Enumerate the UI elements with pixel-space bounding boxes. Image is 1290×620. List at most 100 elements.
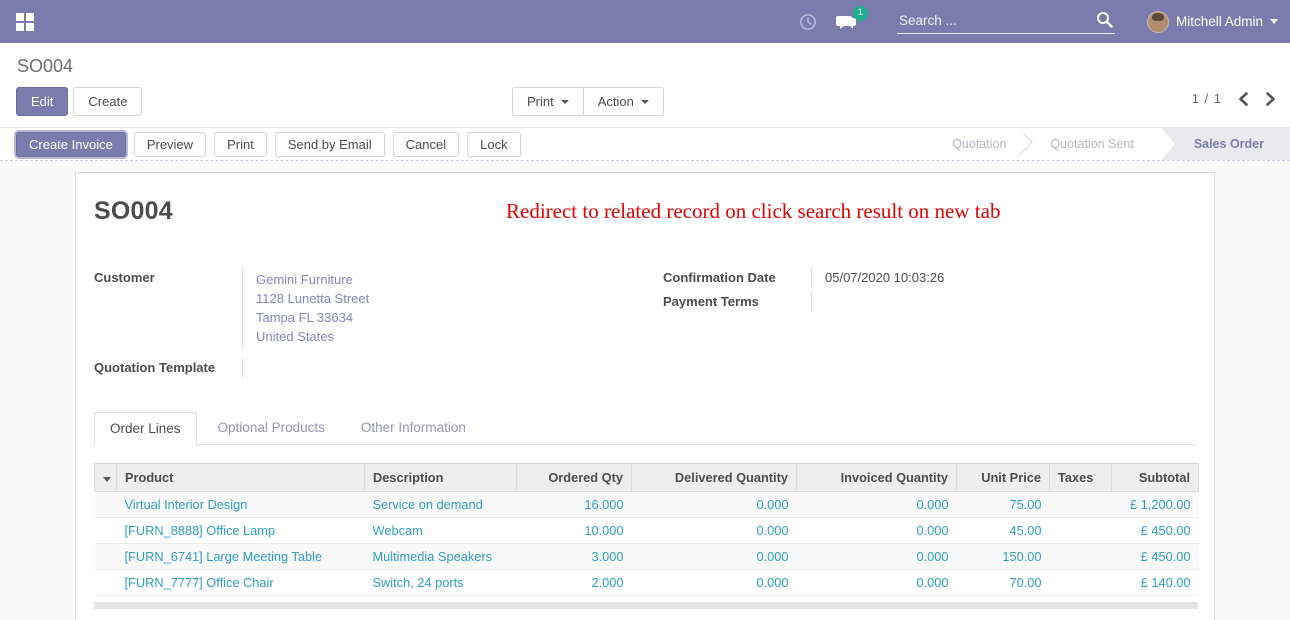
col-ordered-qty[interactable]: Ordered Qty bbox=[517, 464, 632, 492]
user-avatar bbox=[1147, 11, 1169, 33]
table-row[interactable]: [FURN_6741] Large Meeting Table Multimed… bbox=[95, 544, 1199, 570]
cell-delivered-qty[interactable]: 0.000 bbox=[632, 492, 797, 518]
col-unit-price[interactable]: Unit Price bbox=[957, 464, 1050, 492]
cell-delivered-qty[interactable]: 0.000 bbox=[632, 518, 797, 544]
quotation-template-value[interactable] bbox=[242, 358, 645, 378]
edit-button[interactable]: Edit bbox=[16, 87, 68, 116]
customer-field: Customer Gemini Furniture 1128 Lunetta S… bbox=[94, 268, 645, 348]
activities-clock-icon[interactable] bbox=[799, 13, 817, 31]
search-icon[interactable] bbox=[1096, 11, 1113, 33]
cell-subtotal[interactable]: £ 1,200.00 bbox=[1112, 492, 1199, 518]
col-delivered-qty[interactable]: Delivered Quantity bbox=[632, 464, 797, 492]
tab-other-information[interactable]: Other Information bbox=[346, 412, 481, 445]
confirmation-date-field: Confirmation Date 05/07/2020 10:03:26 bbox=[663, 268, 1196, 288]
cell-unit-price[interactable]: 150.00 bbox=[957, 544, 1050, 570]
cell-unit-price[interactable]: 75.00 bbox=[957, 492, 1050, 518]
cell-unit-price[interactable]: 70.00 bbox=[957, 570, 1050, 596]
payment-terms-field: Payment Terms bbox=[663, 292, 1196, 312]
customer-label: Customer bbox=[94, 268, 242, 348]
cell-delivered-qty[interactable]: 0.000 bbox=[632, 544, 797, 570]
col-invoiced-qty[interactable]: Invoiced Quantity bbox=[797, 464, 957, 492]
pager-next-button[interactable] bbox=[1265, 92, 1276, 106]
preview-button[interactable]: Preview bbox=[134, 132, 206, 157]
search-input[interactable] bbox=[897, 9, 1115, 34]
cell-description[interactable]: Switch, 24 ports bbox=[365, 570, 517, 596]
notebook-tabs: Order Lines Optional Products Other Info… bbox=[94, 412, 1196, 445]
lock-button[interactable]: Lock bbox=[467, 132, 520, 157]
table-row[interactable]: [FURN_7777] Office Chair Switch, 24 port… bbox=[95, 570, 1199, 596]
order-lines-table: Product Description Ordered Qty Delivere… bbox=[94, 463, 1199, 596]
cell-product[interactable]: Virtual Interior Design bbox=[117, 492, 365, 518]
col-subtotal[interactable]: Subtotal bbox=[1112, 464, 1199, 492]
customer-value[interactable]: Gemini Furniture 1128 Lunetta Street Tam… bbox=[242, 268, 645, 348]
print-button[interactable]: Print bbox=[214, 132, 267, 157]
top-navbar: 1 Mitchell Admin bbox=[0, 0, 1290, 43]
cell-ordered-qty[interactable]: 16.000 bbox=[517, 492, 632, 518]
cancel-button[interactable]: Cancel bbox=[393, 132, 459, 157]
cell-invoiced-qty[interactable]: 0.000 bbox=[797, 492, 957, 518]
payment-terms-label: Payment Terms bbox=[663, 292, 811, 312]
status-step-sales-order[interactable]: Sales Order bbox=[1162, 128, 1290, 160]
pager-value: 1 / 1 bbox=[1192, 91, 1222, 106]
cell-taxes[interactable] bbox=[1050, 570, 1112, 596]
col-taxes[interactable]: Taxes bbox=[1050, 464, 1112, 492]
status-step-quotation-sent[interactable]: Quotation Sent bbox=[1028, 128, 1155, 160]
confirmation-date-label: Confirmation Date bbox=[663, 268, 811, 288]
annotation-text: Redirect to related record on click sear… bbox=[506, 199, 1000, 224]
action-dropdown-button[interactable]: Action bbox=[583, 87, 664, 116]
horizontal-scrollbar[interactable] bbox=[94, 602, 1198, 609]
messages-icon[interactable]: 1 bbox=[835, 13, 857, 31]
status-pipeline: Quotation Quotation Sent Sales Order bbox=[930, 128, 1290, 160]
col-description[interactable]: Description bbox=[365, 464, 517, 492]
user-name: Mitchell Admin bbox=[1176, 14, 1263, 29]
quotation-template-field: Quotation Template bbox=[94, 358, 645, 378]
cell-subtotal[interactable]: £ 450.00 bbox=[1112, 544, 1199, 570]
table-row[interactable]: Virtual Interior Design Service on deman… bbox=[95, 492, 1199, 518]
form-view-content: SO004 Redirect to related record on clic… bbox=[0, 161, 1290, 620]
cell-ordered-qty[interactable]: 2.000 bbox=[517, 570, 632, 596]
print-dropdown-button[interactable]: Print bbox=[512, 87, 583, 116]
confirmation-date-value[interactable]: 05/07/2020 10:03:26 bbox=[811, 268, 1196, 288]
send-by-email-button[interactable]: Send by Email bbox=[275, 132, 385, 157]
chevron-down-icon bbox=[641, 100, 649, 104]
tab-optional-products[interactable]: Optional Products bbox=[203, 412, 340, 445]
tab-order-lines[interactable]: Order Lines bbox=[94, 412, 197, 445]
col-product[interactable]: Product bbox=[117, 464, 365, 492]
cell-unit-price[interactable]: 45.00 bbox=[957, 518, 1050, 544]
control-panel: SO004 Edit Create Print Action 1 / 1 bbox=[0, 43, 1290, 128]
field-grid: Customer Gemini Furniture 1128 Lunetta S… bbox=[94, 268, 1196, 382]
cell-ordered-qty[interactable]: 10.000 bbox=[517, 518, 632, 544]
statusbar: Create Invoice Preview Print Send by Ema… bbox=[0, 128, 1290, 161]
breadcrumb: SO004 bbox=[17, 56, 73, 77]
cell-description[interactable]: Service on demand bbox=[365, 492, 517, 518]
cell-invoiced-qty[interactable]: 0.000 bbox=[797, 570, 957, 596]
table-row[interactable]: [FURN_8888] Office Lamp Webcam 10.000 0.… bbox=[95, 518, 1199, 544]
cell-taxes[interactable] bbox=[1050, 492, 1112, 518]
cell-description[interactable]: Webcam bbox=[365, 518, 517, 544]
table-header-row: Product Description Ordered Qty Delivere… bbox=[95, 464, 1199, 492]
create-button[interactable]: Create bbox=[73, 87, 142, 116]
cell-ordered-qty[interactable]: 3.000 bbox=[517, 544, 632, 570]
chevron-down-icon bbox=[561, 100, 569, 104]
cell-subtotal[interactable]: £ 140.00 bbox=[1112, 570, 1199, 596]
quotation-template-label: Quotation Template bbox=[94, 358, 242, 378]
sales-order-sheet: SO004 Redirect to related record on clic… bbox=[75, 172, 1215, 620]
column-options-icon[interactable] bbox=[103, 477, 111, 482]
cell-description[interactable]: Multimedia Speakers bbox=[365, 544, 517, 570]
cell-product[interactable]: [FURN_7777] Office Chair bbox=[117, 570, 365, 596]
messages-badge: 1 bbox=[853, 6, 868, 21]
cell-taxes[interactable] bbox=[1050, 544, 1112, 570]
user-menu[interactable]: Mitchell Admin bbox=[1147, 11, 1278, 33]
cell-product[interactable]: [FURN_8888] Office Lamp bbox=[117, 518, 365, 544]
cell-delivered-qty[interactable]: 0.000 bbox=[632, 570, 797, 596]
pager-previous-button[interactable] bbox=[1238, 92, 1249, 106]
apps-menu-icon[interactable] bbox=[16, 13, 34, 31]
cell-taxes[interactable] bbox=[1050, 518, 1112, 544]
chevron-down-icon bbox=[1270, 19, 1278, 24]
create-invoice-button[interactable]: Create Invoice bbox=[16, 132, 126, 157]
cell-invoiced-qty[interactable]: 0.000 bbox=[797, 544, 957, 570]
cell-invoiced-qty[interactable]: 0.000 bbox=[797, 518, 957, 544]
payment-terms-value[interactable] bbox=[811, 292, 1196, 312]
cell-subtotal[interactable]: £ 450.00 bbox=[1112, 518, 1199, 544]
cell-product[interactable]: [FURN_6741] Large Meeting Table bbox=[117, 544, 365, 570]
